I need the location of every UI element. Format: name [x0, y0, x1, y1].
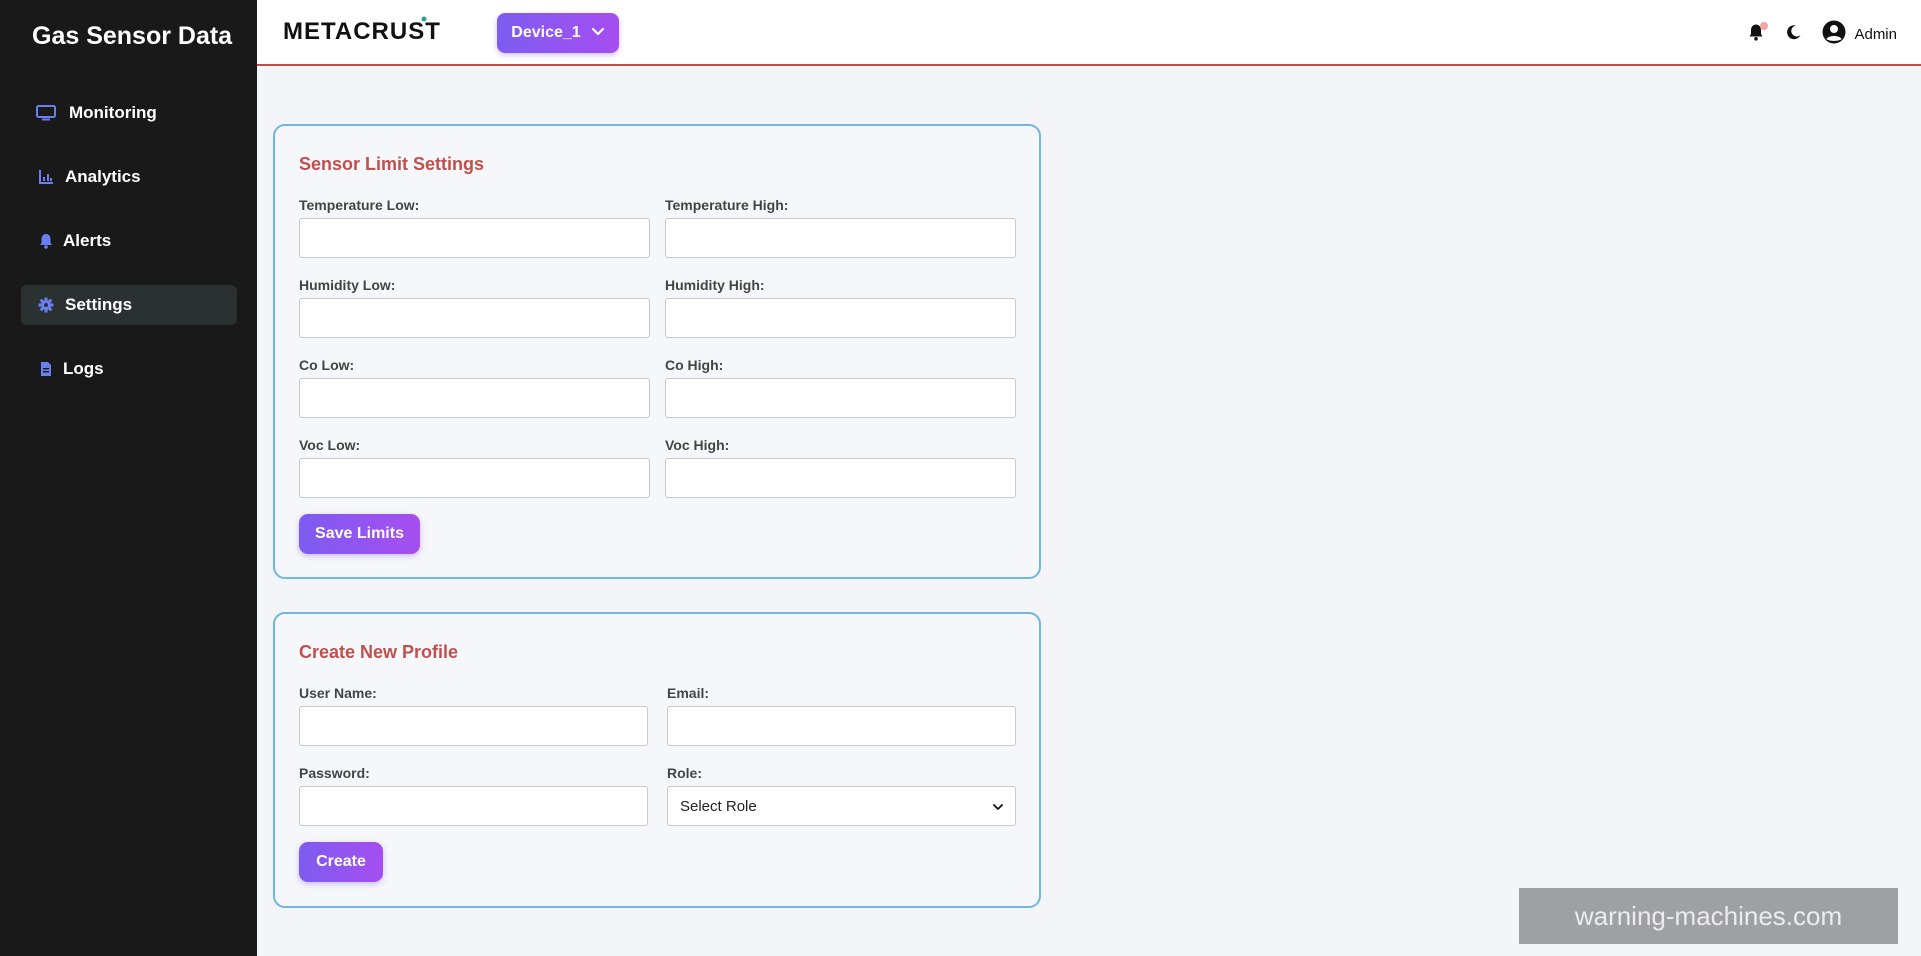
bell-icon: [35, 230, 57, 252]
sidebar-item-label: Settings: [65, 295, 133, 314]
sensor-limit-card: Sensor Limit Settings Temperature Low: T…: [273, 124, 1041, 579]
temperature-high-input[interactable]: [665, 218, 1016, 258]
password-input[interactable]: [299, 786, 648, 826]
moon-icon: [1786, 24, 1802, 45]
chart-icon: [35, 166, 57, 188]
role-label: Role:: [667, 765, 702, 781]
user-circle-icon: [1822, 20, 1846, 49]
theme-toggle-button[interactable]: [1784, 24, 1804, 46]
save-limits-button[interactable]: Save Limits: [299, 514, 420, 554]
gear-icon: [35, 294, 57, 316]
user-name: Admin: [1854, 26, 1897, 43]
sidebar-item-analytics[interactable]: Analytics: [21, 157, 237, 197]
co-high-label: Co High:: [665, 357, 724, 373]
app-title: Gas Sensor Data: [32, 22, 233, 50]
sidebar-item-alerts[interactable]: Alerts: [21, 221, 237, 261]
username-label: User Name:: [299, 685, 377, 701]
top-right-controls: Admin: [1746, 20, 1897, 49]
user-menu[interactable]: Admin: [1822, 20, 1897, 49]
password-label: Password:: [299, 765, 370, 781]
email-input[interactable]: [667, 706, 1016, 746]
sidebar: Gas Sensor Data Monitoring Analytics Ale…: [0, 0, 257, 956]
humidity-low-input[interactable]: [299, 298, 650, 338]
co-low-input[interactable]: [299, 378, 650, 418]
watermark: warning-machines.com: [1519, 888, 1898, 944]
co-high-input[interactable]: [665, 378, 1016, 418]
humidity-high-input[interactable]: [665, 298, 1016, 338]
sidebar-item-logs[interactable]: Logs: [21, 349, 237, 389]
sidebar-item-label: Alerts: [63, 231, 112, 250]
voc-high-input[interactable]: [665, 458, 1016, 498]
notifications-button[interactable]: [1746, 21, 1769, 46]
sidebar-item-settings[interactable]: Settings: [21, 285, 237, 325]
role-select-value: Select Role: [680, 797, 757, 815]
logo: METACRUST: [283, 18, 441, 45]
card-title: Sensor Limit Settings: [299, 154, 485, 174]
humidity-low-label: Humidity Low:: [299, 277, 396, 293]
device-selector[interactable]: Device_1: [497, 13, 619, 53]
card-title: Create New Profile: [299, 642, 459, 662]
chevron-down-icon: [993, 798, 1003, 815]
co-low-label: Co Low:: [299, 357, 355, 373]
temperature-low-label: Temperature Low:: [299, 197, 420, 213]
role-select[interactable]: Select Role: [667, 786, 1016, 826]
temperature-low-input[interactable]: [299, 218, 650, 258]
voc-high-label: Voc High:: [665, 437, 730, 453]
create-profile-card: Create New Profile User Name: Email: Pas…: [273, 612, 1041, 908]
notification-dot: [1760, 21, 1769, 30]
sidebar-item-label: Monitoring: [69, 103, 157, 122]
sidebar-item-label: Logs: [63, 359, 104, 378]
top-bar: METACRUST Device_1 Admin: [257, 0, 1921, 66]
device-selector-label: Device_1: [511, 24, 581, 41]
logo-spark-icon: [421, 16, 427, 22]
voc-low-input[interactable]: [299, 458, 650, 498]
sidebar-item-label: Analytics: [65, 167, 141, 186]
chevron-down-icon: [591, 24, 605, 42]
file-icon: [35, 358, 57, 380]
monitor-icon: [35, 102, 57, 124]
username-input[interactable]: [299, 706, 648, 746]
temperature-high-label: Temperature High:: [665, 197, 789, 213]
humidity-high-label: Humidity High:: [665, 277, 765, 293]
voc-low-label: Voc Low:: [299, 437, 361, 453]
create-button[interactable]: Create: [299, 842, 383, 882]
sidebar-item-monitoring[interactable]: Monitoring: [21, 93, 237, 133]
email-label: Email:: [667, 685, 710, 701]
